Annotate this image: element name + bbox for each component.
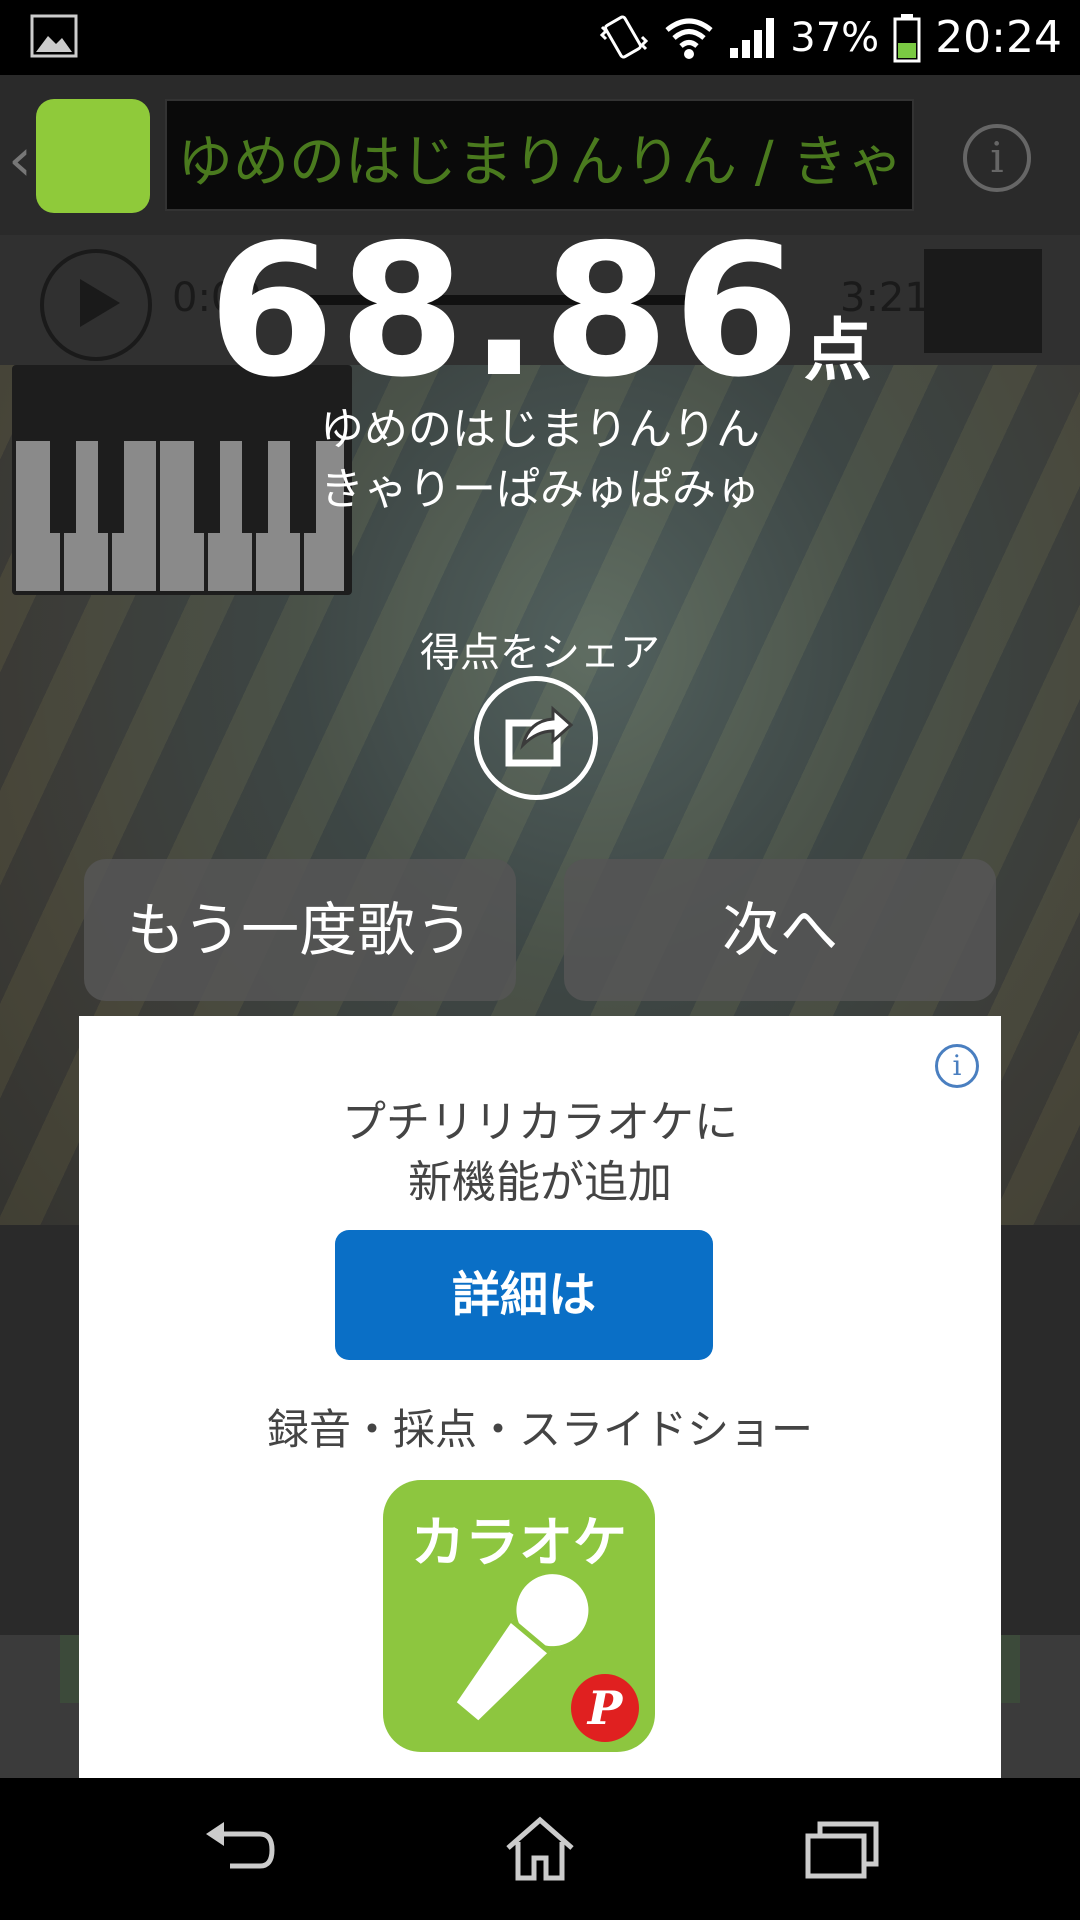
- vibrate-icon: [600, 15, 649, 58]
- ad-headline-2: 新機能が追加: [408, 1157, 672, 1208]
- svg-text:P: P: [586, 1681, 624, 1735]
- marquee-text: ゆめのはじまりんりん / きゃり: [177, 130, 914, 195]
- ad-banner[interactable]: i プチリリカラオケに 新機能が追加 詳細は 録音・採点・スライドショー カラオ…: [79, 1016, 1001, 1784]
- battery-percent: 37%: [790, 14, 880, 61]
- back-chevron-icon[interactable]: ‹: [8, 125, 32, 195]
- song-marquee: ゆめのはじまりんりん / きゃり: [165, 99, 914, 211]
- app-logo: [36, 99, 150, 213]
- navigation-bar: [0, 1778, 1080, 1920]
- clock: 20:24: [935, 12, 1062, 63]
- ad-features-text: 録音・採点・スライドショー: [266, 1405, 813, 1454]
- share-icon: [505, 705, 574, 767]
- wifi-icon: [665, 18, 713, 59]
- song-title: ゆめのはじまりんりん: [320, 404, 760, 455]
- home-icon[interactable]: [500, 1814, 580, 1884]
- karaoke-app-logo[interactable]: カラオケ P: [383, 1480, 655, 1752]
- ad-details-button[interactable]: 詳細は: [335, 1230, 713, 1360]
- score-display: 68.86点: [0, 205, 1080, 417]
- share-label: 得点をシェア: [420, 630, 660, 676]
- gallery-notification-icon: [30, 14, 78, 58]
- ad-headline-1: プチリリカラオケに: [342, 1097, 738, 1148]
- battery-icon: [893, 13, 921, 62]
- score-unit: 点: [803, 312, 872, 391]
- back-icon[interactable]: [200, 1814, 280, 1884]
- ad-info-icon[interactable]: i: [935, 1044, 979, 1088]
- retry-button[interactable]: もう一度歌う: [84, 859, 516, 1001]
- score-value: 68.86: [208, 205, 804, 417]
- recents-icon[interactable]: [802, 1814, 882, 1884]
- microphone-icon: P: [456, 1574, 639, 1742]
- status-bar: 37% 20:24: [0, 0, 1080, 75]
- share-button[interactable]: [474, 676, 598, 800]
- song-artist: きゃりーぱみゅぱみゅ: [320, 464, 760, 515]
- next-button[interactable]: 次へ: [564, 859, 996, 1001]
- info-icon[interactable]: i: [963, 124, 1031, 192]
- signal-icon: [730, 17, 775, 58]
